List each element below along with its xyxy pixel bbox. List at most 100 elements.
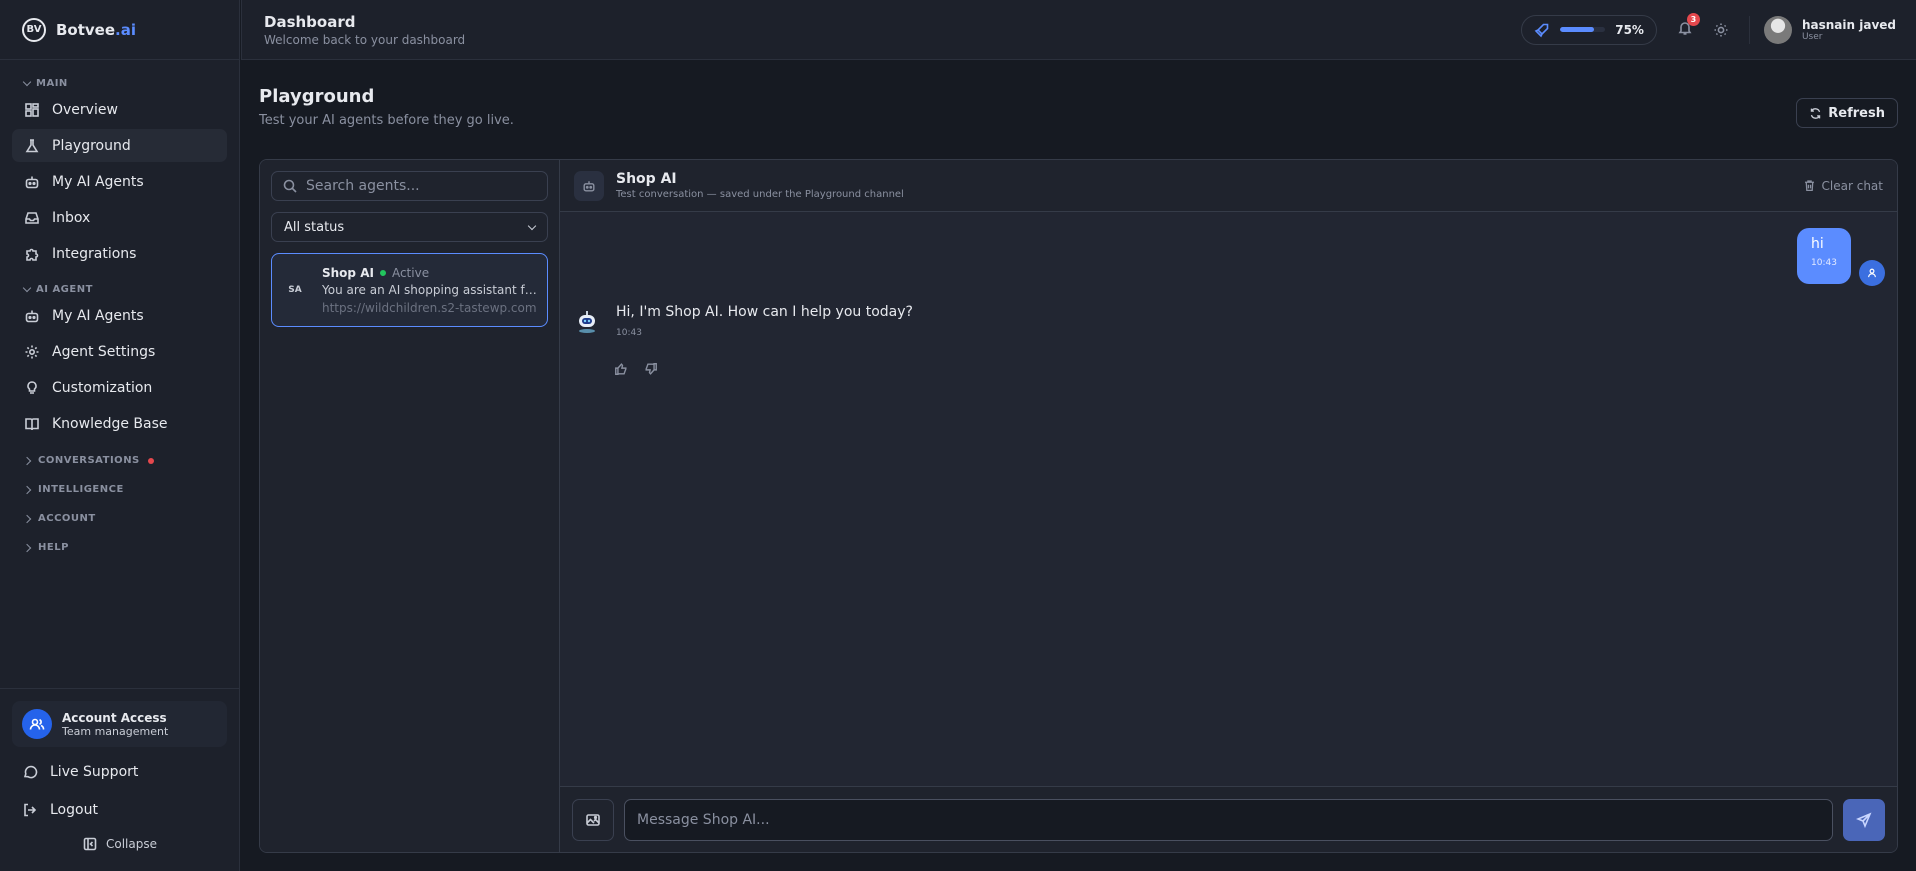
- brand-name: Botvee.ai: [56, 21, 136, 39]
- robot-avatar-icon: [574, 308, 600, 334]
- book-icon: [24, 416, 40, 432]
- agent-name-row: Shop AI Active: [322, 266, 537, 280]
- message-time: 10:43: [616, 328, 642, 338]
- message-composer: [560, 786, 1897, 852]
- gear-icon: [24, 344, 40, 360]
- unread-dot: [147, 457, 154, 464]
- sidebar-collapse-icon: [82, 836, 98, 852]
- sidebar-item-knowledge-base[interactable]: Knowledge Base: [12, 407, 227, 440]
- sidebar-item-my-ai-agents[interactable]: My AI Agents: [12, 165, 227, 198]
- refresh-icon: [1809, 107, 1822, 120]
- setup-progress[interactable]: 75%: [1520, 14, 1657, 45]
- clear-chat-label: Clear chat: [1821, 178, 1883, 193]
- agent-name: Shop AI: [322, 265, 374, 280]
- section-label: HELP: [38, 542, 69, 553]
- message-input[interactable]: [624, 798, 1833, 841]
- sidebar-item-label: Knowledge Base: [52, 415, 168, 432]
- sidebar-item-label: My AI Agents: [52, 307, 144, 324]
- attach-image-button[interactable]: [572, 798, 614, 841]
- sun-icon[interactable]: [1713, 22, 1729, 38]
- logout-link[interactable]: Logout: [12, 791, 227, 829]
- progress-bar: [1559, 27, 1606, 32]
- section-ai-agent-header[interactable]: AI AGENT: [12, 274, 227, 299]
- bot-icon: [574, 170, 604, 201]
- notifications-button[interactable]: 3: [1677, 12, 1700, 40]
- section-intelligence[interactable]: INTELLIGENCE: [12, 475, 227, 504]
- brand-name-suffix: .ai: [115, 20, 137, 39]
- section-help[interactable]: HELP: [12, 533, 227, 562]
- agent-status: Active: [391, 265, 430, 280]
- section-conversations[interactable]: CONVERSATIONS: [12, 446, 227, 475]
- section-label: INTELLIGENCE: [38, 484, 124, 495]
- page-subtitle: Test your AI agents before they go live.: [259, 113, 514, 128]
- refresh-button[interactable]: Refresh: [1796, 98, 1898, 128]
- chat-header: Shop AI Test conversation — saved under …: [560, 160, 1897, 212]
- users-icon: [22, 709, 52, 739]
- message-text: hi: [1811, 236, 1824, 252]
- live-support-label: Live Support: [50, 764, 139, 780]
- section-main-header[interactable]: MAIN: [12, 68, 227, 93]
- flask-icon: [24, 138, 40, 154]
- sidebar-item-customization[interactable]: Customization: [12, 371, 227, 404]
- status-filter[interactable]: All status: [271, 212, 548, 242]
- sidebar-item-label: Inbox: [52, 209, 91, 226]
- agent-search[interactable]: Search agents...: [271, 171, 548, 201]
- collapse-button[interactable]: Collapse: [12, 829, 227, 859]
- chat-panel: Shop AI Test conversation — saved under …: [560, 160, 1897, 852]
- page-content: Playground Test your AI agents before th…: [240, 60, 1916, 871]
- logout-icon: [22, 802, 38, 818]
- sidebar-item-integrations[interactable]: Integrations: [12, 237, 227, 270]
- status-dot: [379, 269, 386, 276]
- avatar: [1763, 15, 1792, 44]
- agents-panel: Search agents... All status SA Shop AI A…: [260, 160, 560, 852]
- user-avatar-icon: [1859, 260, 1885, 286]
- main-area: Dashboard Welcome back to your dashboard…: [240, 0, 1916, 871]
- sidebar-item-label: Integrations: [52, 245, 137, 262]
- chat-subtitle: Test conversation — saved under the Play…: [616, 189, 904, 200]
- trash-icon: [1803, 179, 1816, 192]
- sidebar-bottom: Account Access Team management Live Supp…: [0, 688, 239, 871]
- agent-card[interactable]: SA Shop AI Active You are an AI shopping…: [271, 253, 548, 327]
- progress-bar-fill: [1559, 27, 1594, 32]
- section-main-label: MAIN: [36, 78, 68, 89]
- clear-chat-button[interactable]: Clear chat: [1803, 179, 1883, 193]
- user-menu[interactable]: hasnain javed User: [1748, 15, 1896, 44]
- account-access-card[interactable]: Account Access Team management: [12, 701, 227, 747]
- sidebar-item-overview[interactable]: Overview: [12, 93, 227, 126]
- notification-badge: 3: [1686, 12, 1700, 26]
- brand-logo: BV: [22, 17, 46, 42]
- thumbs-down-icon[interactable]: [644, 362, 658, 376]
- chevron-down-icon: [527, 221, 537, 230]
- chevron-down-icon: [22, 77, 32, 87]
- sidebar-item-label: Playground: [52, 137, 131, 154]
- sidebar-nav: MAIN Overview Playground My AI Agents In…: [0, 60, 239, 570]
- account-title: Account Access: [62, 710, 167, 725]
- inbox-icon: [24, 210, 40, 226]
- sidebar-item-playground[interactable]: Playground: [12, 129, 227, 162]
- send-button[interactable]: [1843, 798, 1885, 841]
- top-bar: Dashboard Welcome back to your dashboard…: [241, 0, 1916, 60]
- live-support-link[interactable]: Live Support: [12, 753, 227, 791]
- chevron-down-icon: [22, 283, 32, 293]
- bot-icon: [24, 174, 40, 190]
- sidebar-item-agent-settings[interactable]: Agent Settings: [12, 335, 227, 368]
- message-text: Hi, I'm Shop AI. How can I help you toda…: [616, 304, 913, 320]
- bot-message: Hi, I'm Shop AI. How can I help you toda…: [574, 304, 913, 338]
- chevron-right-icon: [22, 456, 32, 465]
- thumbs-up-icon[interactable]: [614, 362, 628, 376]
- sidebar-item-inbox[interactable]: Inbox: [12, 201, 227, 234]
- sidebar-item-label: My AI Agents: [52, 173, 144, 190]
- rocket-icon: [1534, 22, 1550, 38]
- brand[interactable]: BV Botvee.ai: [0, 0, 239, 60]
- header-actions: 75% 3 hasnain javed User: [1520, 12, 1896, 45]
- section-account[interactable]: ACCOUNT: [12, 504, 227, 533]
- sidebar-item-my-ai-agents-2[interactable]: My AI Agents: [12, 299, 227, 332]
- progress-percent: 75%: [1615, 22, 1644, 37]
- logout-label: Logout: [50, 802, 98, 818]
- grid-icon: [24, 102, 40, 118]
- user-message: hi 10:43: [1797, 228, 1885, 286]
- header-subtitle: Welcome back to your dashboard: [264, 32, 466, 47]
- user-message-bubble: hi 10:43: [1797, 228, 1851, 284]
- playground-panel: Search agents... All status SA Shop AI A…: [259, 159, 1898, 853]
- section-label: ACCOUNT: [38, 513, 96, 524]
